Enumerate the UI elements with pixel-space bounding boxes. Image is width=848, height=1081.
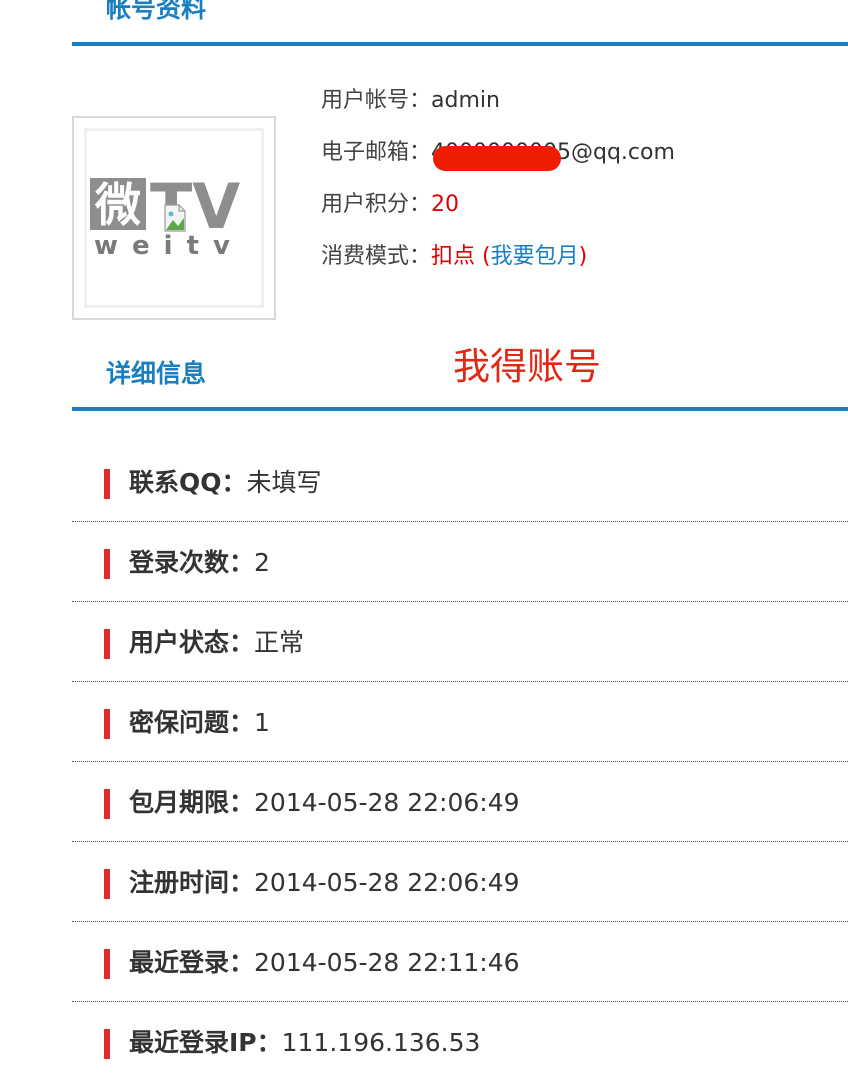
logo-wei-text: 微 xyxy=(94,178,141,232)
paren-close: ) xyxy=(578,244,588,269)
detail-text: 联系QQ：未填写 xyxy=(129,467,322,499)
detail-value: 正常 xyxy=(254,628,305,657)
broken-image-icon xyxy=(164,204,186,232)
detail-text: 最近登录：2014-05-28 22:11:46 xyxy=(129,947,520,979)
detail-label: 注册时间： xyxy=(129,868,255,897)
detail-text: 用户状态：正常 xyxy=(129,627,304,659)
username-row: 用户帐号：admin xyxy=(321,87,500,115)
row-marker xyxy=(104,469,110,499)
detail-label: 最近登录IP： xyxy=(129,1028,282,1057)
detail-row-registration-time: 注册时间：2014-05-28 22:06:49 xyxy=(72,841,848,922)
points-value: 20 xyxy=(431,192,460,217)
details-section-rule xyxy=(72,407,848,411)
detail-row-qq: 联系QQ：未填写 xyxy=(72,441,848,522)
detail-value: 2014-05-28 22:11:46 xyxy=(254,948,520,977)
detail-row-monthly-expiry: 包月期限：2014-05-28 22:06:49 xyxy=(72,761,848,842)
handwritten-annotation: 我得账号 xyxy=(453,345,601,388)
detail-value: 1 xyxy=(254,708,270,737)
username-label: 用户帐号： xyxy=(321,88,432,113)
paren-open: ( xyxy=(475,244,491,269)
row-marker xyxy=(104,949,110,979)
email-redaction-mark xyxy=(433,146,561,171)
detail-text: 包月期限：2014-05-28 22:06:49 xyxy=(129,787,520,819)
monthly-subscription-link[interactable]: 我要包月 xyxy=(491,244,579,269)
detail-value: 111.196.136.53 xyxy=(281,1028,481,1057)
detail-value: 未填写 xyxy=(246,468,322,497)
row-marker xyxy=(104,869,110,899)
detail-text: 最近登录IP：111.196.136.53 xyxy=(129,1027,480,1059)
svg-text:weitv: weitv xyxy=(94,231,244,256)
detail-row-last-login-ip: 最近登录IP：111.196.136.53 xyxy=(72,1001,848,1081)
points-label: 用户积分： xyxy=(321,192,432,217)
detail-label: 最近登录： xyxy=(129,948,255,977)
detail-label: 用户状态： xyxy=(129,628,255,657)
consumption-mode-value: 扣点 xyxy=(431,244,476,269)
points-row: 用户积分：20 xyxy=(321,191,459,219)
consumption-mode-row: 消费模式：扣点 (我要包月) xyxy=(321,243,587,271)
detail-text: 密保问题：1 xyxy=(129,707,270,739)
detail-row-user-status: 用户状态：正常 xyxy=(72,601,848,682)
detail-row-security-question: 密保问题：1 xyxy=(72,681,848,762)
row-marker xyxy=(104,1029,110,1059)
detail-row-login-count: 登录次数：2 xyxy=(72,521,848,602)
row-marker xyxy=(104,549,110,579)
detail-value: 2014-05-28 22:06:49 xyxy=(254,788,520,817)
email-label: 电子邮箱： xyxy=(321,140,432,165)
detail-label: 登录次数： xyxy=(129,548,255,577)
consumption-mode-label: 消费模式： xyxy=(321,244,432,269)
account-section-title: 帐号资料 xyxy=(106,0,207,23)
detail-text: 登录次数：2 xyxy=(129,547,270,579)
detail-row-last-login: 最近登录：2014-05-28 22:11:46 xyxy=(72,921,848,1002)
detail-label: 联系QQ： xyxy=(129,468,247,497)
account-section-rule xyxy=(72,42,848,46)
details-section-title: 详细信息 xyxy=(106,359,207,388)
row-marker xyxy=(104,789,110,819)
row-marker xyxy=(104,629,110,659)
detail-label: 包月期限： xyxy=(129,788,255,817)
row-marker xyxy=(104,709,110,739)
avatar[interactable]: 微 TV weitv xyxy=(72,116,276,320)
detail-label: 密保问题： xyxy=(129,708,255,737)
detail-text: 注册时间：2014-05-28 22:06:49 xyxy=(129,867,520,899)
detail-value: 2 xyxy=(254,548,270,577)
detail-value: 2014-05-28 22:06:49 xyxy=(254,868,520,897)
username-value: admin xyxy=(431,88,500,113)
